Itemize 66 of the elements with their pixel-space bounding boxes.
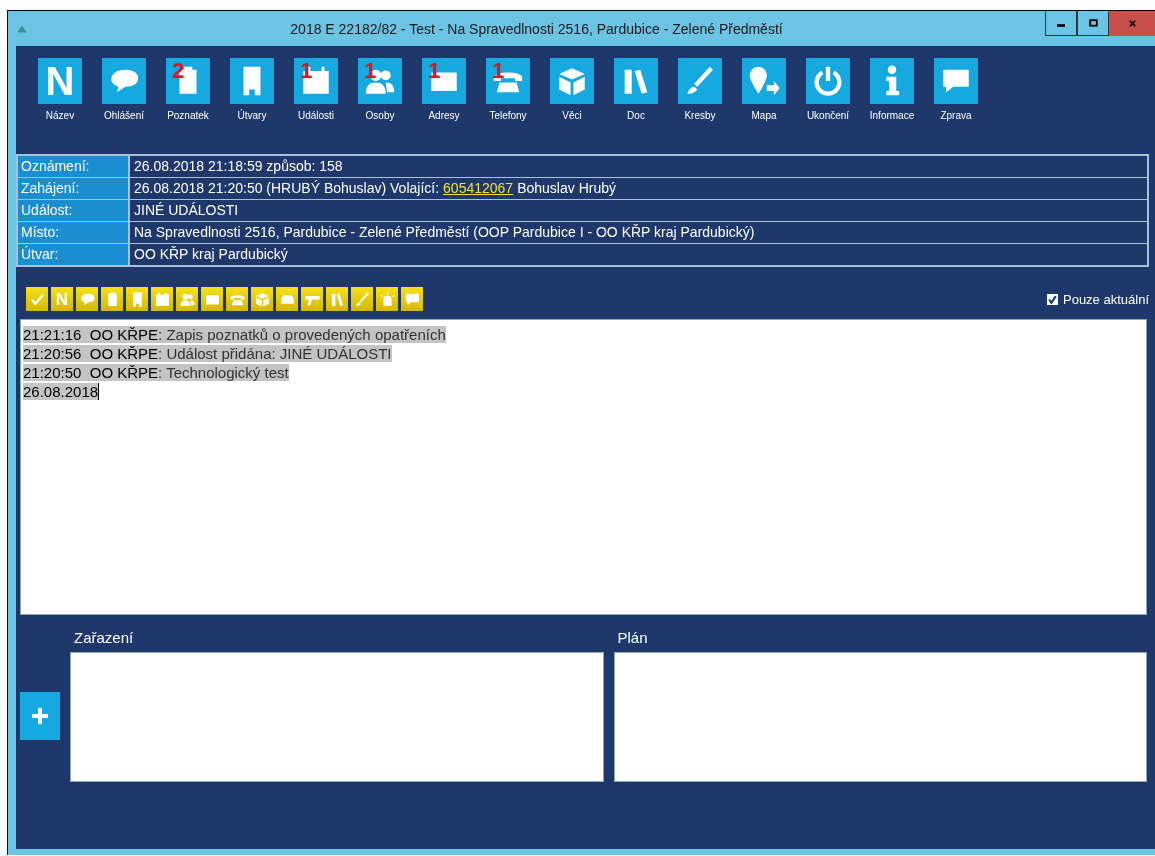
filter-button[interactable] (301, 287, 323, 311)
phone-link[interactable]: 605412067 (443, 178, 514, 199)
filter-button[interactable] (376, 287, 398, 311)
toolbar-button[interactable]: Kresby (668, 58, 732, 154)
caller-name: Bohuslav Hrubý (517, 179, 616, 198)
field-label: Zahájení: (18, 178, 130, 199)
filter-button[interactable] (351, 287, 373, 311)
toolbar-button[interactable]: Zprava (924, 58, 988, 154)
filter-button[interactable] (126, 287, 148, 311)
filter-button[interactable] (251, 287, 273, 311)
plus-icon (30, 705, 50, 726)
filter-button[interactable] (176, 287, 198, 311)
log-message: : Technologický test (158, 364, 289, 381)
filter-button[interactable] (276, 287, 298, 311)
filter-button[interactable] (201, 287, 223, 311)
maximize-icon (1087, 17, 1099, 29)
field-label: Oznámení: (18, 156, 130, 177)
field-label: Místo: (18, 222, 130, 243)
filter-button[interactable] (101, 287, 123, 311)
brush-icon (353, 290, 371, 308)
field-label: Útvar: (18, 244, 130, 265)
calendar-icon (153, 290, 171, 308)
filter-button[interactable] (151, 287, 173, 311)
only-current-checkbox[interactable]: Pouze aktuální (1047, 291, 1149, 307)
log-message: : Událost přidána: JINÉ UDÁLOSTI (158, 345, 392, 362)
toolbar-button[interactable]: Ukončení (796, 58, 860, 154)
toolbar-button[interactable]: Mapa (732, 58, 796, 154)
list-box[interactable] (70, 652, 604, 782)
toolbar-button[interactable]: Doc (604, 58, 668, 154)
toolbar-button[interactable]: N Název (28, 58, 92, 154)
field-value: Na Spravedlnosti 2516, Pardubice - Zelené Předměstí (OOP Pardubice I - OO KŘP kraj Pardubický) (134, 223, 755, 242)
check-icon (1047, 293, 1058, 305)
field-value: 26.08.2018 21:20:50 (HRUBÝ Bohuslav) Volající: (134, 179, 440, 198)
field-label: Událost: (18, 200, 130, 221)
list-box[interactable] (613, 652, 1147, 782)
toolbar-button[interactable]: Věci (540, 58, 604, 154)
filter-button[interactable] (401, 287, 423, 311)
beacon-icon (378, 290, 396, 308)
toolbar-button[interactable]: Útvary (220, 58, 284, 154)
letter-n-icon: N (45, 61, 75, 101)
filter-button[interactable] (26, 287, 48, 311)
panel-label: Plán (616, 629, 649, 646)
field-value: JINÉ UDÁLOSTI (134, 201, 239, 220)
field-value: 26.08.2018 21:18:59 způsob: 158 (134, 157, 343, 176)
close-icon (1126, 18, 1138, 29)
toolbar-button[interactable]: Informace (860, 58, 924, 154)
add-button[interactable] (20, 691, 60, 740)
box-icon (253, 290, 271, 308)
toolbar-button[interactable]: 2 Poznatek (156, 58, 220, 154)
toolbar-button[interactable]: Ohlášení (92, 58, 156, 154)
log-message: : Zapis poznatků o provedených opatřeních (158, 326, 446, 343)
panel-label: Zařazení (73, 629, 135, 646)
filter-button[interactable] (226, 287, 248, 311)
toolbar-button[interactable]: 1 Osoby (348, 58, 412, 154)
window-title: 2018 E 22182/82 - Test - Na Spravedlnosti 2516, Pardubice - Zelené Předměstí (289, 20, 784, 37)
count-label: 2 (172, 60, 185, 82)
count-label: 1 (364, 60, 377, 82)
minimize-icon (1057, 24, 1065, 27)
checkbox[interactable] (1047, 293, 1058, 305)
field-value: OO KŘP kraj Pardubický (134, 245, 288, 264)
log-date: 26.08.2018 (23, 383, 100, 400)
filter-button[interactable] (326, 287, 348, 311)
minimize-button[interactable] (1045, 11, 1077, 36)
log-area[interactable]: 21:21:16 OO KŘPE: Zapis poznatků o provedených opatřeních 21:20:56 OO KŘPE: Událost přidána: JINÉ UDÁLOSTI 21:20:50 OO KŘPE: Technologický test 26.08.2018 (20, 319, 1147, 615)
maximize-button[interactable] (1077, 11, 1109, 36)
filter-button[interactable] (76, 287, 98, 311)
